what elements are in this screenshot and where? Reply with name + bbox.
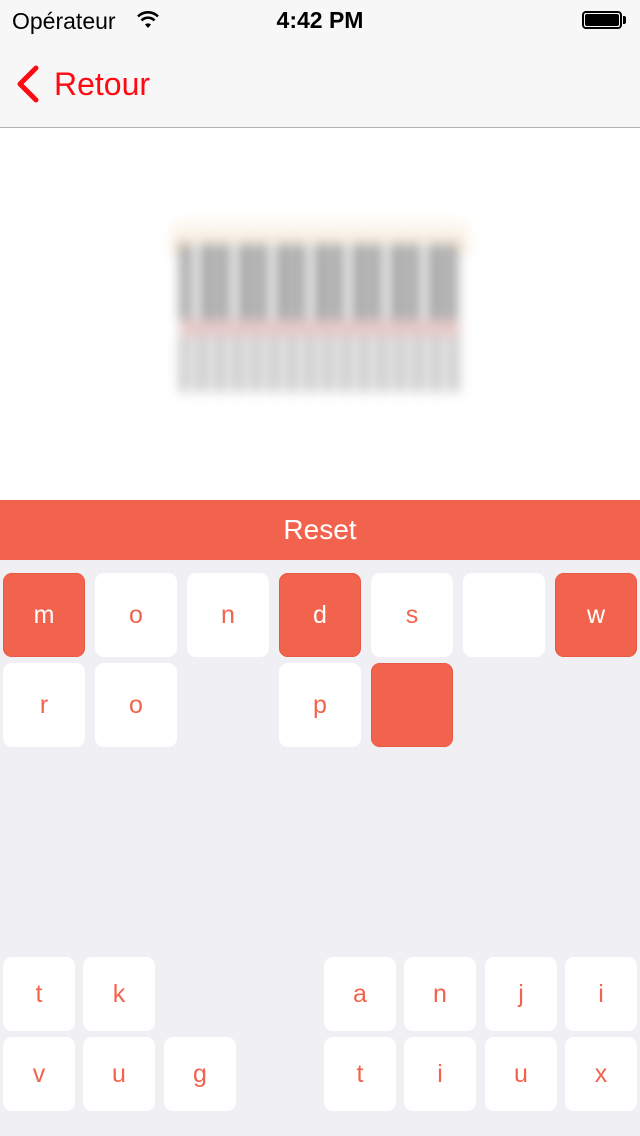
letter-key[interactable]: u xyxy=(485,1037,557,1111)
puzzle-image-area xyxy=(0,128,640,500)
reset-button[interactable]: Reset xyxy=(0,500,640,560)
answer-slot[interactable]: n xyxy=(187,573,269,657)
letter-key[interactable]: u xyxy=(83,1037,155,1111)
letter-key[interactable]: n xyxy=(404,957,476,1031)
answer-slot[interactable]: p xyxy=(279,663,361,747)
back-label: Retour xyxy=(54,65,151,102)
letter-key[interactable]: k xyxy=(83,957,155,1031)
puzzle-image xyxy=(172,214,468,404)
answer-slot[interactable]: w xyxy=(555,573,637,657)
letter-key[interactable]: j xyxy=(485,957,557,1031)
letter-key[interactable]: i xyxy=(404,1037,476,1111)
navigation-bar: Retour xyxy=(0,40,640,128)
battery-icon xyxy=(582,11,626,29)
status-bar: Opérateur 4:42 PM xyxy=(0,0,640,40)
letter-key[interactable]: t xyxy=(324,1037,396,1111)
letter-key[interactable]: x xyxy=(565,1037,637,1111)
answer-slot[interactable]: s xyxy=(371,573,453,657)
letter-key[interactable]: a xyxy=(324,957,396,1031)
clock: 4:42 PM xyxy=(276,7,364,33)
letter-key[interactable]: g xyxy=(164,1037,236,1111)
answer-slot[interactable]: d xyxy=(279,573,361,657)
chevron-left-icon xyxy=(17,65,39,103)
answer-slot[interactable]: o xyxy=(95,663,177,747)
answer-slot[interactable]: o xyxy=(95,573,177,657)
answer-slot[interactable] xyxy=(371,663,453,747)
answer-slot[interactable] xyxy=(463,573,545,657)
letter-key[interactable]: v xyxy=(3,1037,75,1111)
answer-slot[interactable]: m xyxy=(3,573,85,657)
letter-key[interactable]: i xyxy=(565,957,637,1031)
letter-key[interactable]: t xyxy=(3,957,75,1031)
back-button[interactable]: Retour xyxy=(14,64,150,104)
answer-slot[interactable]: r xyxy=(3,663,85,747)
